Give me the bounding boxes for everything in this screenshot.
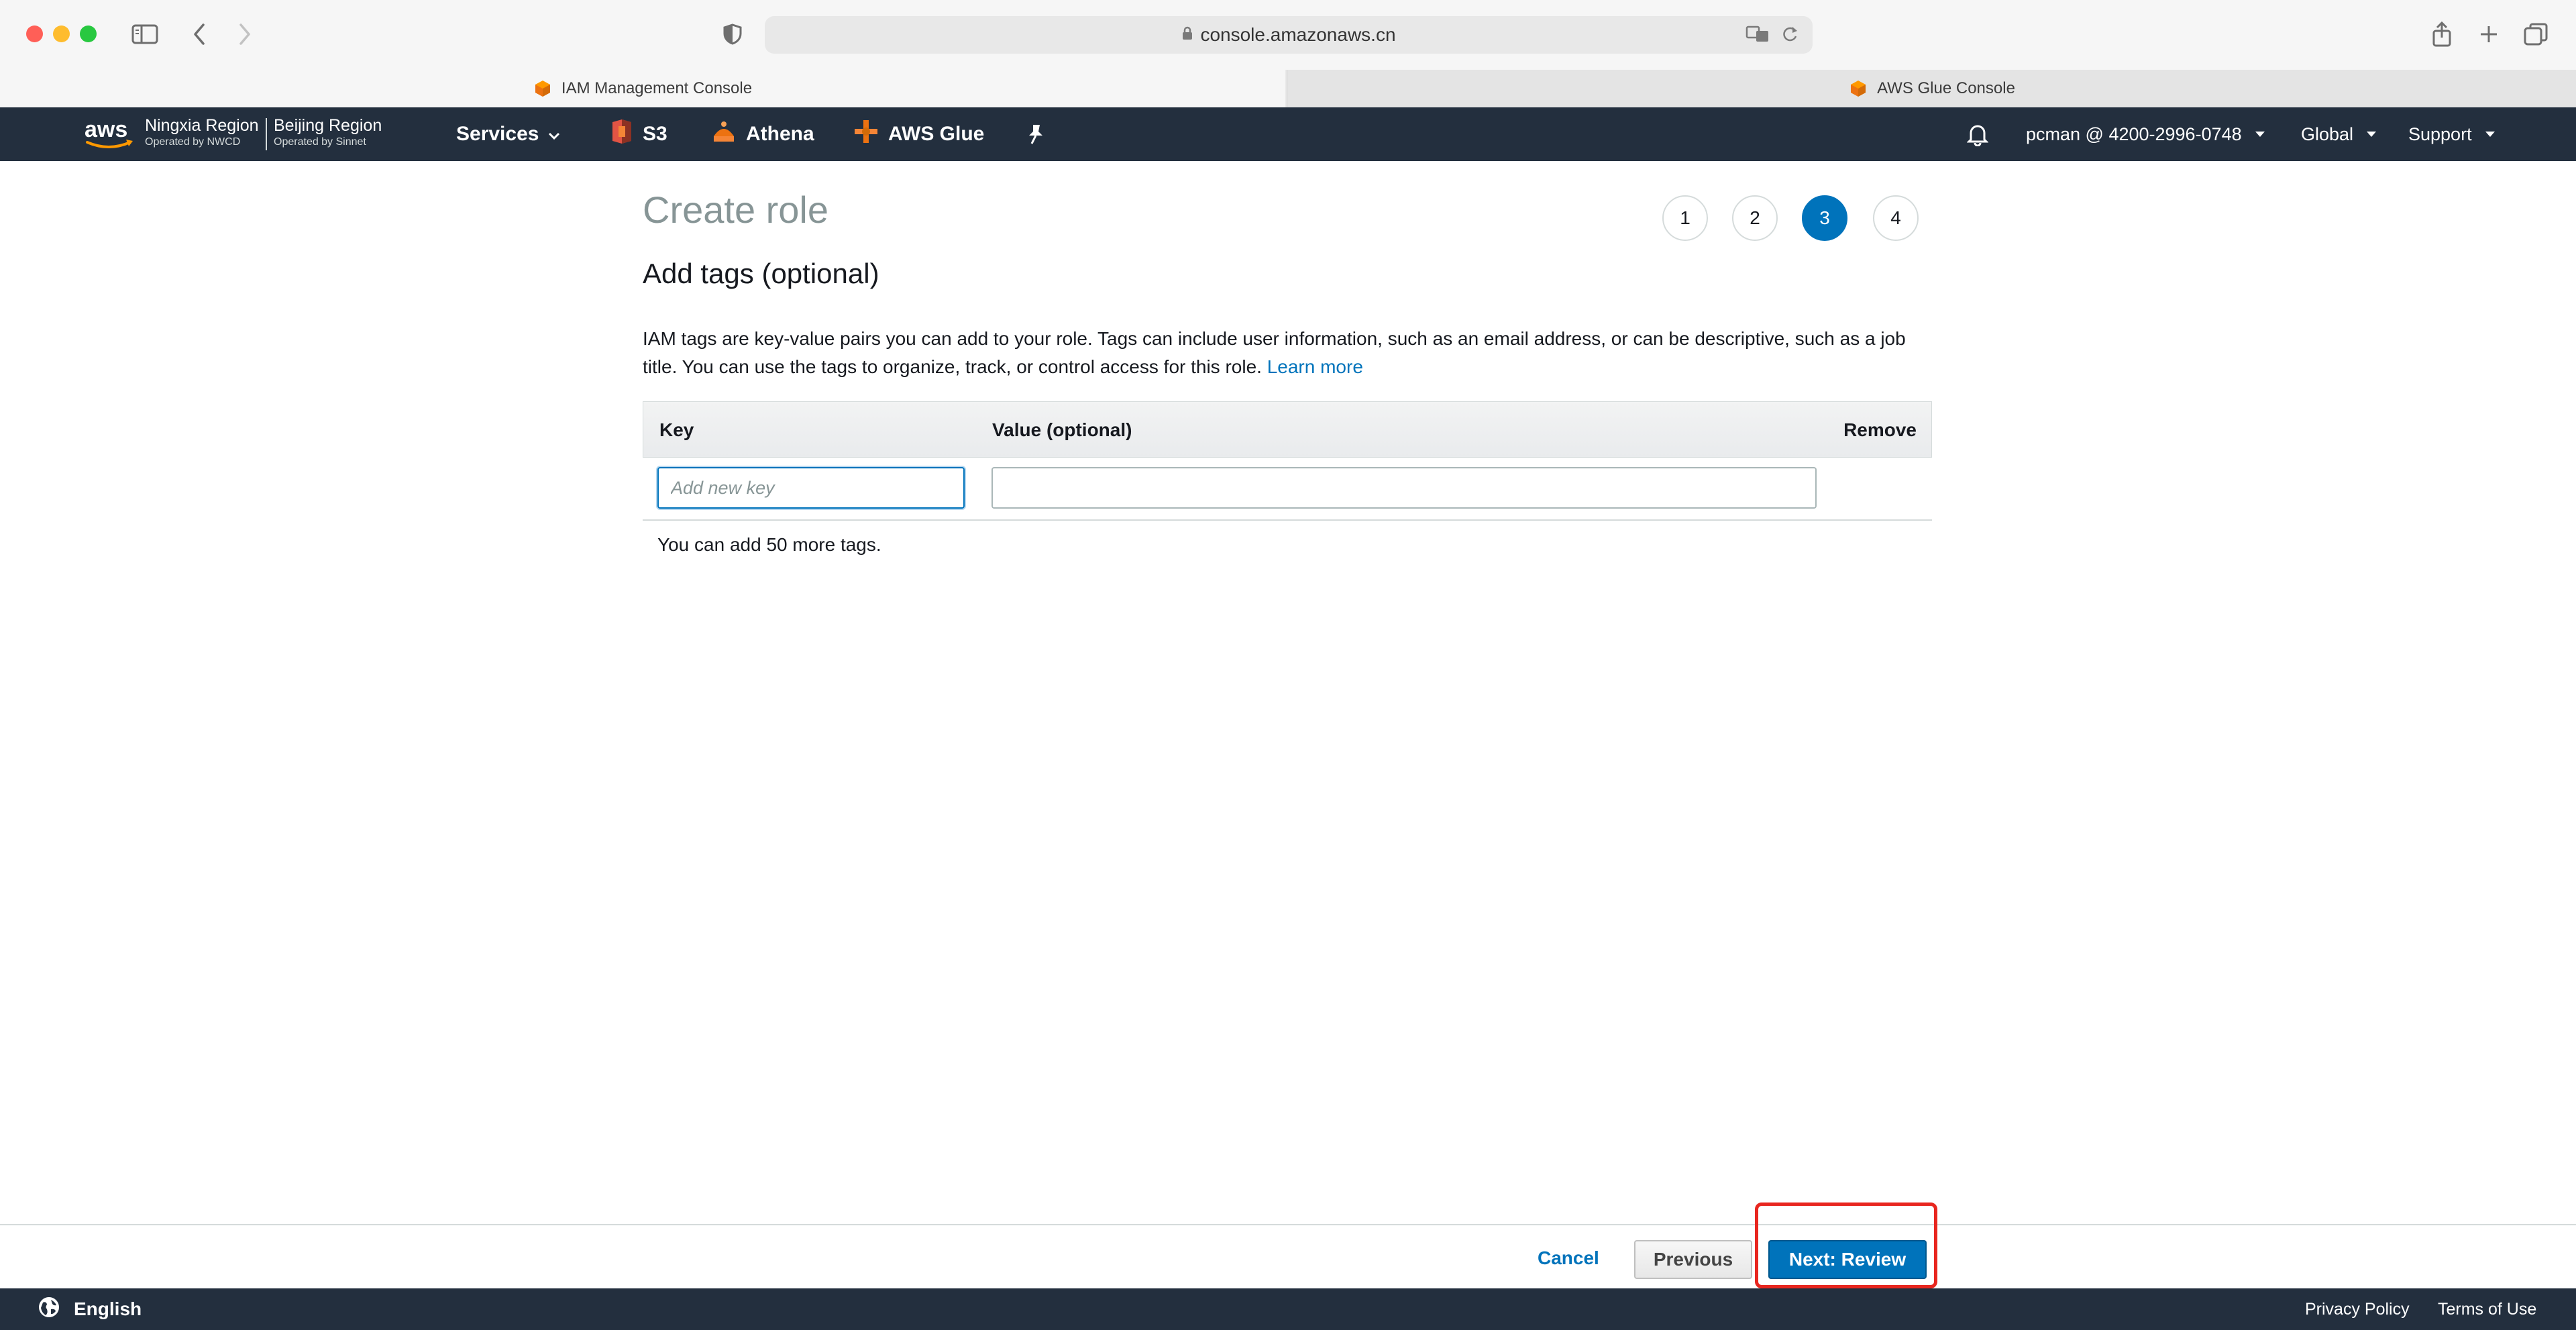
region-name: Beijing Region [274,116,382,135]
column-header-remove: Remove [1843,419,1917,440]
tab-label: AWS Glue Console [1877,79,2015,97]
wizard-action-bar: Cancel Previous Next: Review [0,1224,2576,1290]
notifications-bell-icon[interactable] [1967,107,1988,161]
sidebar-toggle-icon[interactable] [129,17,160,51]
column-header-key: Key [659,419,694,440]
learn-more-link[interactable]: Learn more [1267,356,1363,377]
zoom-window-button[interactable] [80,25,97,42]
region-operator: Operated by Sinnet [274,136,366,148]
s3-icon [610,118,633,150]
region-beijing[interactable]: Beijing Region Operated by Sinnet [274,115,382,149]
tab-iam-console[interactable]: IAM Management Console [0,70,1285,107]
aws-cube-icon [533,79,552,98]
favorite-label: AWS Glue [888,123,985,145]
tags-description: IAM tags are key-value pairs you can add… [643,325,1917,381]
globe-icon [38,1296,60,1323]
privacy-policy-link[interactable]: Privacy Policy [2305,1288,2410,1330]
back-arrow-icon[interactable] [188,17,211,51]
reload-icon[interactable] [1780,24,1799,48]
share-icon[interactable] [2427,17,2457,51]
support-label: Support [2408,123,2472,144]
address-bar[interactable]: console.amazonaws.cn [765,16,1813,54]
table-row [643,458,1932,521]
favorite-label: S3 [643,123,667,145]
language-selector[interactable]: English [38,1288,142,1330]
language-label: English [74,1298,142,1319]
new-tab-plus-icon[interactable] [2474,17,2504,51]
favorite-s3[interactable]: S3 [610,107,667,161]
aws-cube-icon [1849,79,1868,98]
column-header-value: Value (optional) [992,419,1132,440]
global-region-menu[interactable]: Global [2301,107,2377,161]
previous-button[interactable]: Previous [1634,1240,1752,1279]
wizard-step-1[interactable]: 1 [1662,195,1708,241]
tags-remaining-text: You can add 50 more tags. [657,534,881,555]
next-review-button[interactable]: Next: Review [1768,1240,1927,1279]
caret-down-icon [2367,132,2377,137]
forward-arrow-icon[interactable] [233,17,256,51]
aws-logo[interactable]: aws [83,115,137,153]
translate-icon[interactable] [1746,24,1770,48]
wizard-step-2[interactable]: 2 [1732,195,1778,241]
caret-down-icon [2485,132,2495,137]
account-menu[interactable]: pcman @ 4200-2996-0748 [2026,107,2265,161]
glue-icon [853,119,879,150]
tag-value-input[interactable] [991,467,1817,509]
support-menu[interactable]: Support [2408,107,2495,161]
page-title: Create role [643,189,829,231]
tab-strip: IAM Management Console AWS Glue Console [0,70,2576,108]
tab-glue-console[interactable]: AWS Glue Console [1287,70,2576,107]
wizard-step-4: 4 [1873,195,1919,241]
section-title: Add tags (optional) [643,258,879,289]
region-operator: Operated by NWCD [145,136,241,148]
region-name: Ningxia Region [145,116,259,135]
region-divider [266,118,267,150]
url-text: console.amazonaws.cn [1200,24,1396,45]
privacy-shield-icon[interactable] [720,17,745,51]
services-menu[interactable]: Services [456,107,560,161]
terms-of-use-link[interactable]: Terms of Use [2438,1288,2536,1330]
cancel-button[interactable]: Cancel [1524,1239,1613,1278]
account-label: pcman @ 4200-2996-0748 [2026,123,2242,144]
favorite-label: Athena [746,123,814,145]
tags-table-header: Key Value (optional) Remove [643,401,1932,458]
tags-table: Key Value (optional) Remove [643,401,1932,521]
favorite-aws-glue[interactable]: AWS Glue [853,107,984,161]
lock-icon [1181,24,1193,46]
wizard-step-3-active: 3 [1802,195,1847,241]
pin-favorites-icon[interactable] [1026,107,1045,161]
tag-key-input[interactable] [657,467,965,509]
close-window-button[interactable] [26,25,43,42]
region-ningxia[interactable]: Ningxia Region Operated by NWCD [145,115,259,149]
minimize-window-button[interactable] [53,25,70,42]
caret-down-icon [2255,132,2265,137]
services-label: Services [456,123,539,145]
favorite-athena[interactable]: Athena [711,107,814,161]
athena-icon [711,119,737,150]
aws-logo-text: aws [85,117,127,142]
browser-toolbar: console.amazonaws.cn [0,0,2576,70]
console-footer: English Privacy Policy Terms of Use [0,1288,2576,1330]
tab-label: IAM Management Console [561,79,753,97]
global-label: Global [2301,123,2354,144]
chevron-down-icon [548,123,560,146]
aws-console-nav: aws Ningxia Region Operated by NWCD Beij… [0,107,2576,161]
tab-overview-icon[interactable] [2521,17,2551,51]
